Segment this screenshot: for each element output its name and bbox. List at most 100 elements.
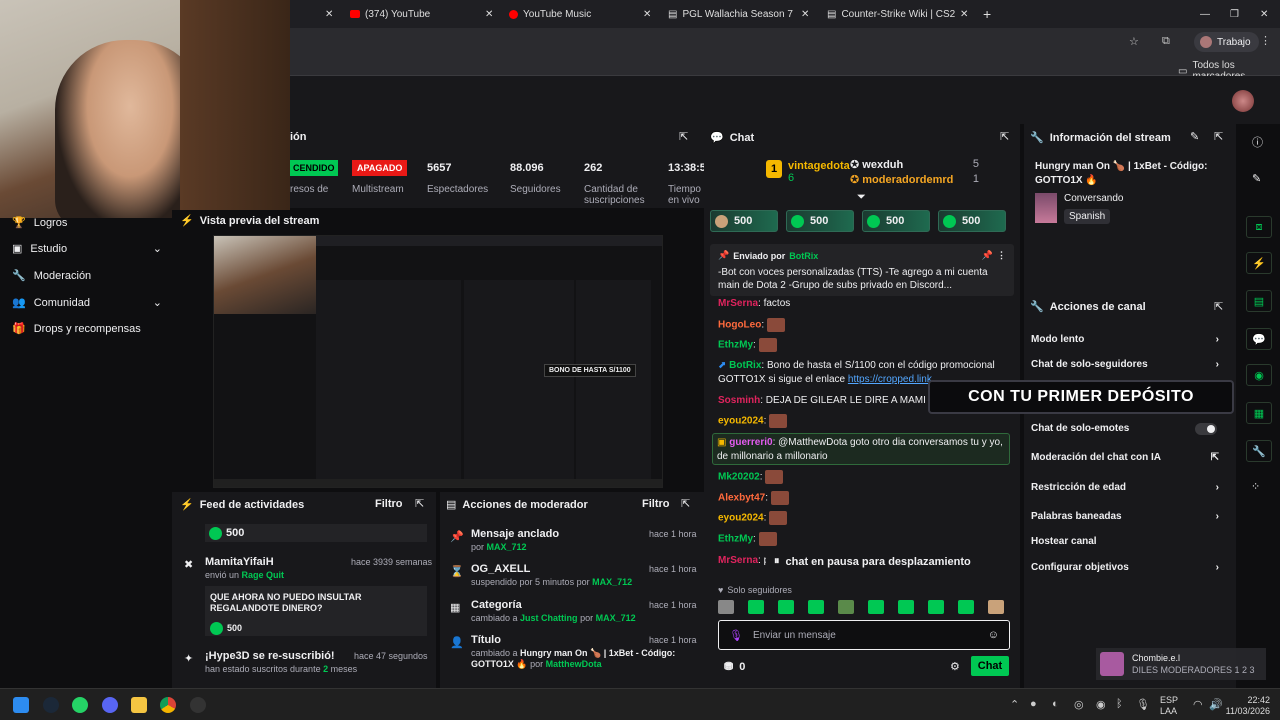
bluetooth-icon[interactable]: ᛒ xyxy=(1116,698,1123,710)
popout-icon[interactable]: ⇱ xyxy=(415,497,424,510)
mod-username[interactable]: MAX_712 xyxy=(596,613,636,623)
popout-icon[interactable]: ⇱ xyxy=(679,130,688,143)
pencil-icon[interactable]: ✎ xyxy=(1252,172,1261,185)
rail-bolt-icon[interactable]: ⚡ xyxy=(1246,252,1272,274)
chevron-up-icon[interactable]: ⌃ xyxy=(1010,698,1019,711)
emote-icon[interactable] xyxy=(928,600,944,614)
star-icon[interactable]: ☆ xyxy=(1129,35,1139,48)
minimize-icon[interactable]: — xyxy=(1200,4,1210,24)
rail-broadcast-icon[interactable]: ◉ xyxy=(1246,364,1272,386)
rail-frame-icon[interactable]: ⧈ xyxy=(1246,216,1272,238)
gifter-name[interactable]: moderadordemrd xyxy=(862,174,953,186)
chrome-icon[interactable] xyxy=(160,697,176,713)
sidebar-item-comunidad[interactable]: 👥 Comunidad ⌄ xyxy=(12,296,162,310)
filter-button[interactable]: Filtro xyxy=(642,498,670,510)
tab-close-icon[interactable]: ✕ xyxy=(643,4,651,24)
emote-icon[interactable] xyxy=(838,600,854,614)
sidebar-item-moderacion[interactable]: 🔧 Moderación xyxy=(12,269,91,283)
emote-icon[interactable] xyxy=(808,600,824,614)
action-emotes-only[interactable]: Chat de solo-emotes xyxy=(1031,423,1231,435)
action-ai-moderation[interactable]: Moderación del chat con IA ⇱ xyxy=(1031,452,1231,463)
tray-icon[interactable]: ● xyxy=(1030,698,1037,710)
chat-username[interactable]: guerreri0 xyxy=(729,437,772,448)
action-age-restriction[interactable]: Restricción de edad › xyxy=(1031,482,1231,493)
popout-icon[interactable]: ⇱ xyxy=(1000,130,1009,143)
sub-goal-button[interactable]: 500 xyxy=(938,210,1006,232)
send-chat-button[interactable]: Chat xyxy=(971,656,1009,676)
sidebar-item-drops[interactable]: 🎁 Drops y recompensas xyxy=(12,322,141,336)
chat-username[interactable]: eyou2024 xyxy=(718,416,764,427)
chat-link[interactable]: https://cropped.link xyxy=(848,374,932,385)
more-icon[interactable]: ⋮ xyxy=(997,250,1006,261)
status-badge[interactable]: APAGADO xyxy=(352,160,408,176)
action-banned-words[interactable]: Palabras baneadas › xyxy=(1031,511,1231,522)
chat-username[interactable]: MrSerna xyxy=(718,298,758,309)
action-host-channel[interactable]: Hostear canal xyxy=(1031,536,1231,547)
tab-close-icon[interactable]: ✕ xyxy=(325,4,333,24)
sidebar-item-logros[interactable]: 🏆 Logros xyxy=(12,216,67,230)
discord-tray-icon[interactable]: ◉ xyxy=(1096,698,1106,711)
emote-icon[interactable] xyxy=(958,600,974,614)
sub-goal-button[interactable]: 500 xyxy=(710,210,778,232)
emote-icon[interactable] xyxy=(898,600,914,614)
discord-icon[interactable] xyxy=(102,697,118,713)
tray-icon[interactable]: ◐ xyxy=(1052,698,1059,710)
microphone-icon[interactable]: 🎙 xyxy=(1136,698,1150,711)
steam-icon[interactable] xyxy=(43,697,59,713)
channel-points[interactable]: ⛃ 0 xyxy=(724,660,745,674)
chat-username[interactable]: Sosminh xyxy=(718,395,760,406)
pinned-user[interactable]: BotRix xyxy=(789,251,818,261)
info-icon[interactable]: ⓘ xyxy=(1252,134,1263,150)
rail-wrench-icon[interactable]: 🔧 xyxy=(1246,440,1272,462)
sidebar-item-estudio[interactable]: ▣ Estudio ⌄ xyxy=(12,242,162,256)
tab-youtube-music[interactable]: YouTube Music xyxy=(509,4,639,24)
mod-username[interactable]: MAX_712 xyxy=(592,577,632,587)
chat-paused-banner[interactable]: ⏸ chat en pausa para desplazamiento xyxy=(766,553,979,570)
chat-username[interactable]: eyou2024 xyxy=(718,513,764,524)
chevron-down-icon[interactable]: ⏷ xyxy=(857,191,866,204)
emote-icon[interactable] xyxy=(778,600,794,614)
sub-goal-button[interactable]: 500 xyxy=(786,210,854,232)
close-window-icon[interactable]: ✕ xyxy=(1260,4,1268,24)
chat-username[interactable]: Alexbyt47 xyxy=(718,493,765,504)
rail-apps-icon[interactable]: ⁘ xyxy=(1251,480,1260,493)
action-followers-only[interactable]: Chat de solo-seguidores › xyxy=(1031,359,1231,370)
chat-username[interactable]: Mk20202 xyxy=(718,472,760,483)
rail-grid-icon[interactable]: ▦ xyxy=(1246,402,1272,424)
obs-icon[interactable] xyxy=(190,697,206,713)
chat-input[interactable]: 🎙 Enviar un mensaje ☺ xyxy=(718,620,1010,650)
action-slow-mode[interactable]: Modo lento › xyxy=(1031,334,1231,345)
language-indicator[interactable]: ESP LAA xyxy=(1160,695,1178,717)
emote-icon[interactable] xyxy=(748,600,764,614)
maximize-icon[interactable]: ❐ xyxy=(1230,4,1239,24)
popout-icon[interactable]: ⇱ xyxy=(1214,130,1223,143)
volume-icon[interactable]: 🔊 xyxy=(1209,698,1223,711)
windows-start-icon[interactable] xyxy=(13,697,29,713)
extensions-icon[interactable]: ⧉ xyxy=(1162,35,1170,48)
whatsapp-icon[interactable] xyxy=(72,697,88,713)
sub-goal-button[interactable]: 500 xyxy=(862,210,930,232)
new-tab-icon[interactable]: + xyxy=(983,4,991,24)
mod-username[interactable]: MatthewDota xyxy=(546,659,602,669)
chat-username[interactable]: HogoLeo xyxy=(718,320,761,331)
mod-username[interactable]: MAX_712 xyxy=(487,542,527,552)
feed-username[interactable]: ¡Hype3D se re-suscribió! xyxy=(205,650,335,662)
popout-icon[interactable]: ⇱ xyxy=(1214,300,1223,313)
category-name[interactable]: Conversando xyxy=(1064,193,1123,204)
category-thumbnail[interactable] xyxy=(1035,193,1057,223)
emoji-icon[interactable]: ☺ xyxy=(988,629,999,641)
action-configure-goals[interactable]: Configurar objetivos › xyxy=(1031,562,1231,573)
tab-cs-wiki[interactable]: ▤ Counter-Strike Wiki | CS2 | Liqu xyxy=(827,4,955,24)
tab-pgl[interactable]: ▤ PGL Wallachia Season 7 - Liqui xyxy=(668,4,796,24)
rail-chat-icon[interactable]: 💬 xyxy=(1246,328,1272,350)
tab-close-icon[interactable]: ✕ xyxy=(485,4,493,24)
chat-username[interactable]: EthzMy xyxy=(718,340,753,351)
tab-close-icon[interactable]: ✕ xyxy=(801,4,809,24)
steam-tray-icon[interactable]: ◎ xyxy=(1074,698,1084,711)
rail-list-icon[interactable]: ▤ xyxy=(1246,290,1272,312)
feed-username[interactable]: MamitaYifaiH xyxy=(205,556,274,568)
toggle-switch[interactable] xyxy=(1195,423,1217,435)
profile-chip[interactable]: Trabajo xyxy=(1194,32,1259,52)
chat-username[interactable]: BotRix xyxy=(729,360,761,371)
user-avatar[interactable] xyxy=(1232,90,1254,112)
